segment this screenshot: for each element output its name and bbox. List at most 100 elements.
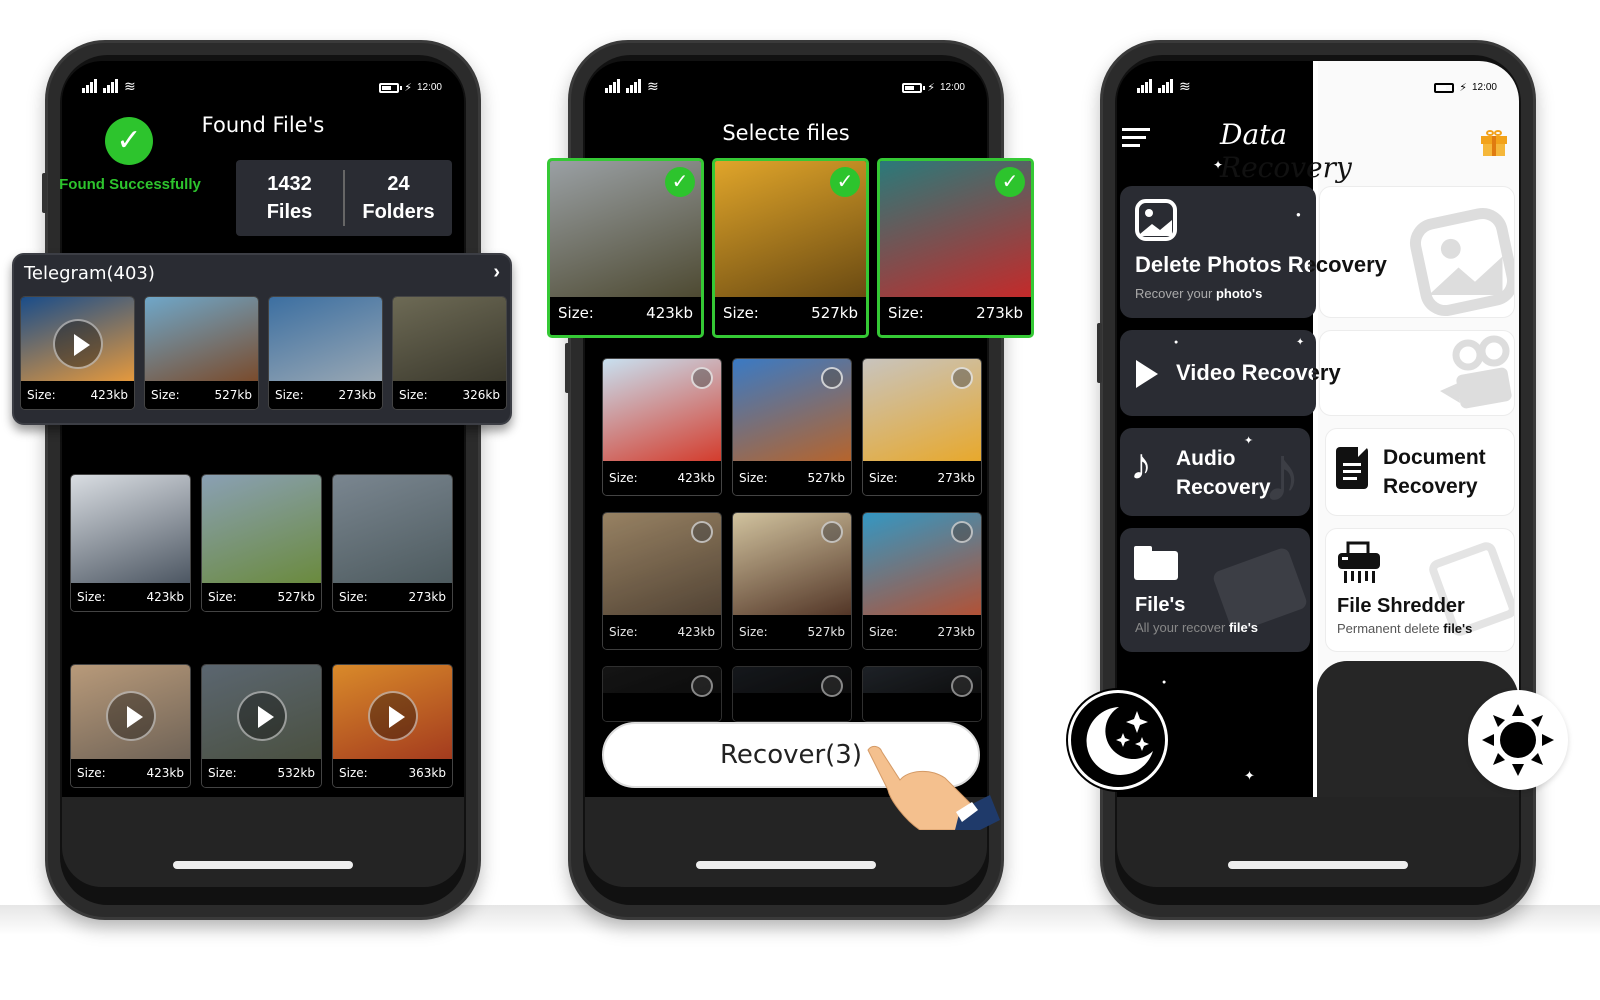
size-label: Size: [208,590,237,604]
thumbnail-caption: Size: 527kb [733,461,851,495]
selected-file-thumbnail[interactable]: Size: 423kb ✓ [547,158,704,338]
thumbnail-caption: Size: 527kb [145,381,258,409]
selected-check-icon[interactable]: ✓ [665,167,695,197]
moon-icon [1086,707,1153,775]
file-thumbnail[interactable] [732,666,852,722]
file-thumbnail[interactable]: Size: 527kb [732,358,852,496]
card-title-text: Video Recovery [1176,360,1341,385]
thumbnail-caption [603,693,721,721]
chevron-right-icon[interactable]: › [493,261,500,284]
size-value: 527kb [807,471,845,485]
select-checkbox[interactable] [691,675,713,697]
video-recovery-card-light[interactable] [1319,330,1515,416]
subtitle-prefix: Permanent delete [1337,621,1440,636]
file-thumbnail[interactable] [602,666,722,722]
file-thumbnail[interactable]: Size: 423kb [602,358,722,496]
phone-chin [62,797,464,887]
file-thumbnail[interactable]: Size: 273kb [862,512,982,650]
thumbnail-image [71,475,190,585]
folders-count: 24 [387,173,410,195]
hamburger-menu-icon[interactable] [1122,128,1150,150]
select-checkbox[interactable] [821,675,843,697]
thumbnail-image [393,297,506,383]
file-thumbnail[interactable]: Size: 273kb [268,296,383,410]
play-icon[interactable] [367,691,418,742]
select-checkbox[interactable] [821,521,843,543]
dark-mode-toggle[interactable] [1068,690,1168,790]
select-checkbox[interactable] [951,367,973,389]
size-value: 363kb [408,766,446,780]
file-thumbnail[interactable]: Size: 326kb [392,296,507,410]
file-thumbnail[interactable]: Size: 423kb [602,512,722,650]
home-indicator[interactable] [696,861,876,869]
status-time: 12:00 [1471,82,1497,93]
size-label: Size: [558,304,594,322]
select-checkbox[interactable] [951,675,973,697]
file-thumbnail[interactable]: Size: 423kb [20,296,135,410]
success-check-icon: ✓ [105,117,153,165]
battery-icon [902,82,926,93]
thumbnail-caption: Size: 423kb [603,615,721,649]
thumbnail-caption: Size: 527kb [715,291,866,335]
file-thumbnail[interactable]: Size: 527kb [144,296,259,410]
select-checkbox[interactable] [691,521,713,543]
music-note-icon: ♪ [1130,440,1152,489]
found-successfully-text: Found Successfully [59,176,201,193]
sparkle-icon: ● [1162,679,1167,686]
subtitle-prefix: All your recover [1135,620,1226,635]
side-button [1097,323,1102,383]
signal-icon [103,79,118,93]
pointing-hand-icon [867,745,1000,830]
select-checkbox[interactable] [951,521,973,543]
delete-photos-title: Delete Photos Recovery [1135,252,1387,278]
subtitle-prefix: Recover your [1135,286,1213,301]
file-thumbnail[interactable]: Size: 527kb [201,474,322,612]
thumbnail-caption: Size: 527kb [733,615,851,649]
size-label: Size: [609,471,638,485]
selected-check-icon[interactable]: ✓ [995,167,1025,197]
play-icon[interactable] [105,691,156,742]
size-value: 527kb [807,625,845,639]
selected-file-thumbnail[interactable]: Size: 273kb ✓ [877,158,1034,338]
selected-file-thumbnail[interactable]: Size: 527kb ✓ [712,158,869,338]
file-thumbnail[interactable]: Size: 423kb [70,664,191,788]
thumbnail-caption: Size: 273kb [333,583,452,611]
gift-icon[interactable] [1481,130,1507,156]
play-icon[interactable] [236,691,287,742]
select-checkbox[interactable] [821,367,843,389]
file-thumbnail[interactable]: Size: 273kb [862,358,982,496]
select-checkbox[interactable] [691,367,713,389]
file-shredder-title: File Shredder [1337,595,1465,617]
document-recovery-card[interactable]: Document Recovery [1325,428,1515,516]
size-label: Size: [77,590,106,604]
subtitle-bold: file's [1228,620,1259,635]
status-time: 12:00 [939,82,965,93]
play-icon[interactable] [52,319,103,370]
status-bar: ≋ ⚡ 12:00 [62,79,464,99]
file-thumbnail[interactable]: Size: 363kb [332,664,453,788]
files-card[interactable]: File's All your recover file's [1120,528,1310,652]
file-thumbnail[interactable]: Size: 423kb [70,474,191,612]
file-thumbnail[interactable]: Size: 527kb [732,512,852,650]
thumbnail-image [269,297,382,383]
subtitle-bold: file's [1443,621,1473,636]
selected-check-icon[interactable]: ✓ [830,167,860,197]
document-recovery-title: Document Recovery [1383,443,1486,501]
files-title: File's [1135,594,1186,616]
light-mode-toggle[interactable] [1468,690,1568,790]
home-indicator[interactable] [1228,861,1408,869]
size-value: 273kb [937,625,975,639]
file-thumbnail[interactable] [862,666,982,722]
wifi-icon: ≋ [647,78,659,94]
sparkle-icon: ● [1296,210,1301,219]
thumbnail-caption: Size: 532kb [202,759,321,787]
file-thumbnail[interactable]: Size: 273kb [332,474,453,612]
home-indicator[interactable] [173,861,353,869]
charging-icon: ⚡ [404,82,412,94]
title-line1: Document [1383,446,1486,469]
file-thumbnail[interactable]: Size: 532kb [201,664,322,788]
status-time: 12:00 [416,82,442,93]
thumbnail-caption [863,693,981,721]
camera-watermark-icon [1440,335,1512,409]
file-shredder-card[interactable]: File Shredder Permanent delete file's [1325,528,1515,652]
